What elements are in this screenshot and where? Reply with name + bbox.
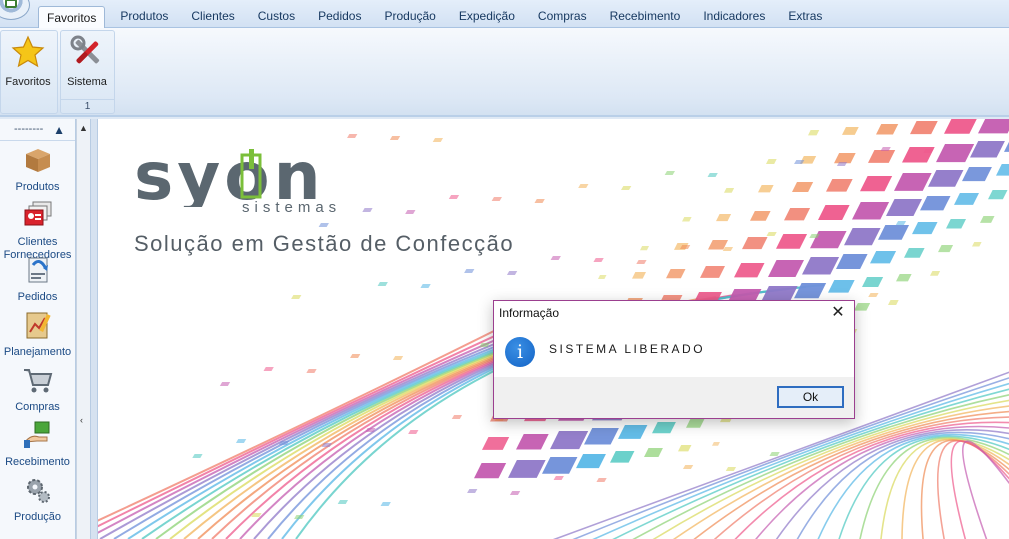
sistema-button[interactable]: Sistema [62,33,112,97]
sistema-label: Sistema [67,76,107,88]
dialog-message: SISTEMA LIBERADO [549,342,706,356]
dialog-footer: Ok [494,377,854,418]
tab-produtos[interactable]: Produtos [112,5,176,28]
info-dialog: Informação ✕ i SISTEMA LIBERADO Ok [493,300,855,419]
ribbon-group-sistema: Sistema 1 [60,30,115,114]
favoritos-button[interactable]: Favoritos [3,33,53,97]
ribbon-group-favoritos: Favoritos [0,30,58,114]
ribbon-tabs: Favoritos Produtos Clientes Custos Pedid… [38,5,837,29]
tab-indicadores[interactable]: Indicadores [695,5,773,28]
box-icon [25,149,50,172]
nav-item-label: Produção [13,511,62,523]
nav-item-compras[interactable]: Compras [0,361,75,416]
order-icon [28,257,48,283]
dialog-body: i SISTEMA LIBERADO [494,326,854,378]
ok-button[interactable]: Ok [777,386,844,408]
tab-pedidos[interactable]: Pedidos [310,5,369,28]
receive-icon [23,421,49,448]
tab-extras[interactable]: Extras [780,5,830,28]
ribbon-tab-bar: Favoritos Produtos Clientes Custos Pedid… [0,0,1009,29]
planning-icon [26,312,51,339]
cart-icon [23,369,52,393]
info-icon: i [505,337,535,367]
collapse-pane-icon[interactable]: ‹ [80,415,83,425]
nav-item-label: Recebimento [5,456,70,468]
nav-item-recebimento[interactable]: Recebimento [0,416,75,471]
gears-icon [26,479,50,503]
nav-item-clientes-fornecedores[interactable]: Clientes Fornecedores [0,196,75,261]
star-icon [11,35,45,68]
nav-item-producao[interactable]: Produção [0,471,75,526]
ribbon-group-caption: 1 [61,99,114,113]
nav-header[interactable]: -------- ▲ [0,119,75,141]
nav-header-label: -------- [14,123,44,135]
scroll-up-icon[interactable]: ▲ [79,123,88,133]
tab-compras[interactable]: Compras [530,5,595,28]
close-icon[interactable]: ✕ [828,303,848,323]
chevron-up-icon[interactable]: ▲ [53,120,65,140]
nav-item-label: Compras [15,401,60,413]
brand-tagline: Solução em Gestão de Confecção [134,231,515,256]
app-menu-button[interactable] [0,0,30,20]
nav-item-label: Pedidos [17,291,58,303]
tab-favoritos[interactable]: Favoritos [38,6,106,29]
nav-item-label: Planejamento [3,346,72,358]
nav-item-label: Produtos [15,181,60,193]
tab-custos[interactable]: Custos [250,5,303,28]
dialog-titlebar: Informação ✕ [494,301,854,326]
favoritos-label: Favoritos [5,76,51,88]
brand-subtitle: sistemas [242,199,342,216]
tab-recebimento[interactable]: Recebimento [602,5,689,28]
tab-clientes[interactable]: Clientes [183,5,242,28]
logo-wordmark: syon [134,147,325,207]
nav-scrollbar[interactable]: ▲ ‹ [76,119,90,539]
navigation-pane: -------- ▲ Produtos Clientes Fornecedore… [0,119,76,539]
syon-logo: syon [134,147,325,207]
ribbon-panel: Favoritos Sistema 1 [0,28,1009,117]
dialog-title: Informação [499,306,560,320]
nav-item-produtos[interactable]: Produtos [0,141,75,196]
contacts-icon [24,201,51,226]
nav-item-planejamento[interactable]: Planejamento [0,306,75,361]
pane-splitter[interactable] [90,119,98,539]
tools-icon [70,35,100,64]
tab-producao[interactable]: Produção [376,5,443,28]
tab-expedicao[interactable]: Expedição [451,5,523,28]
